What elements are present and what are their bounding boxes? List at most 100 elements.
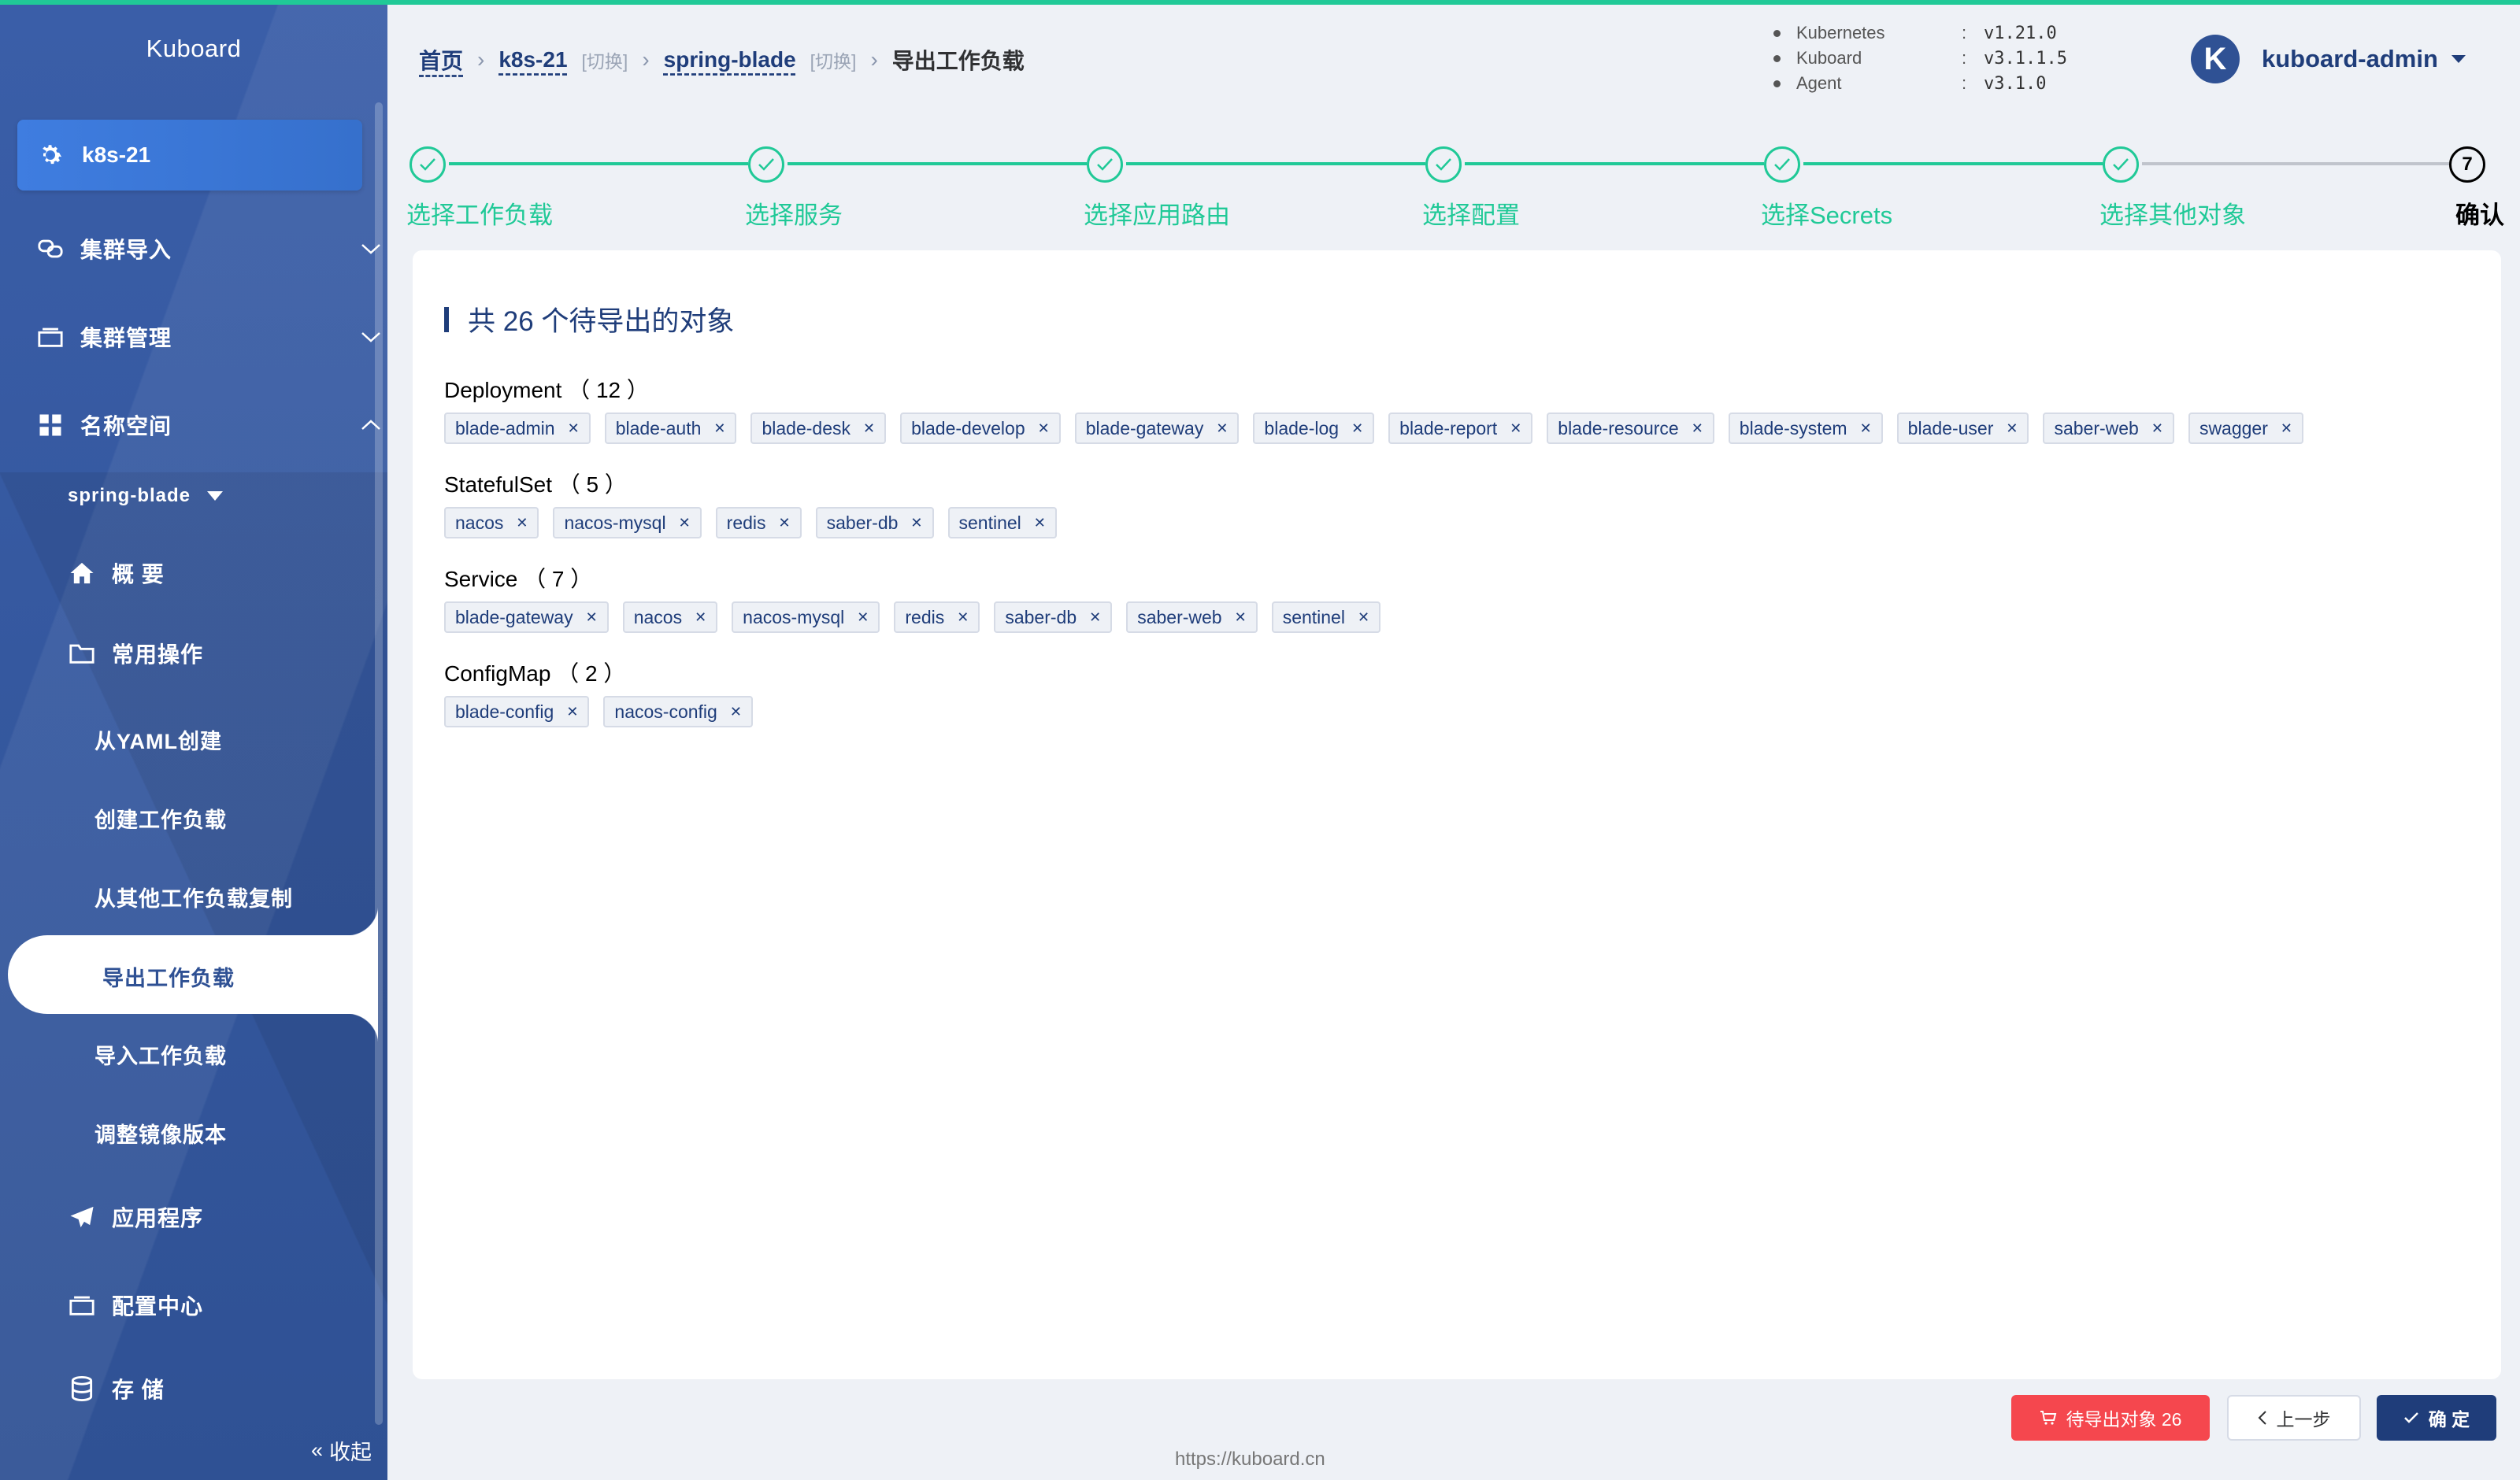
confirm-button[interactable]: 确 定: [2377, 1395, 2496, 1441]
remove-tag-icon[interactable]: ✕: [586, 609, 598, 626]
menu-config-center[interactable]: 配置中心: [66, 1289, 387, 1321]
gear-icon: [43, 145, 62, 165]
sidebar: Kuboard k8s-21 集群导入 集群管理 名称空间 spring-bla…: [0, 0, 387, 1480]
remove-tag-icon[interactable]: ✕: [679, 515, 691, 531]
chevron-right-icon: ›: [642, 47, 650, 72]
remove-tag-icon[interactable]: ✕: [1038, 420, 1050, 437]
object-tag: redis ✕: [715, 507, 802, 538]
menu-import-workload[interactable]: 导入工作负载: [94, 1039, 227, 1070]
step-connector: [1126, 162, 1425, 165]
switch-namespace-link[interactable]: [切换]: [810, 46, 857, 73]
remove-tag-icon[interactable]: ✕: [713, 420, 725, 437]
remove-tag-icon[interactable]: ✕: [857, 609, 869, 626]
step-7-indicator: 7: [2449, 146, 2485, 183]
object-tag: blade-config ✕: [444, 696, 590, 727]
remove-tag-icon[interactable]: ✕: [1860, 420, 1872, 437]
chevron-down-icon: [361, 244, 380, 254]
remove-tag-icon[interactable]: ✕: [1034, 515, 1046, 531]
version-row: Agent: v3.1.0: [1773, 71, 2067, 96]
collapse-sidebar-button[interactable]: « 收起: [311, 1435, 372, 1466]
remove-tag-icon[interactable]: ✕: [910, 515, 922, 531]
remove-tag-icon[interactable]: ✕: [566, 704, 578, 720]
object-tag: saber-web ✕: [2043, 413, 2174, 444]
check-icon: [1436, 158, 1451, 171]
menu-common-ops[interactable]: 常用操作: [66, 638, 387, 669]
step-6-indicator: [2103, 146, 2139, 183]
remove-tag-icon[interactable]: ✕: [516, 515, 528, 531]
remove-tag-icon[interactable]: ✕: [568, 420, 580, 437]
tag-label: blade-config: [455, 701, 554, 722]
cluster-selector[interactable]: k8s-21: [17, 120, 362, 191]
config-icon: [66, 1289, 98, 1321]
user-menu[interactable]: K kuboard-admin: [2191, 35, 2466, 83]
remove-tag-icon[interactable]: ✕: [1235, 609, 1247, 626]
title-bar: [444, 306, 449, 332]
breadcrumb-current: 导出工作负载: [891, 49, 1025, 73]
prev-step-button[interactable]: 上一步: [2227, 1395, 2361, 1441]
footer-url[interactable]: https://kuboard.cn: [1175, 1449, 1325, 1471]
chevron-up-icon: [361, 420, 380, 430]
bullet-icon: [1773, 80, 1781, 87]
remove-tag-icon[interactable]: ✕: [2151, 420, 2163, 437]
step-5-indicator: [1764, 146, 1800, 183]
tag-label: saber-web: [2054, 417, 2139, 438]
home-icon: [66, 557, 98, 589]
tag-label: blade-log: [1264, 417, 1340, 438]
chevron-right-icon: ›: [870, 47, 878, 72]
menu-apps[interactable]: 应用程序: [66, 1201, 387, 1233]
remove-tag-icon[interactable]: ✕: [1358, 609, 1369, 626]
remove-tag-icon[interactable]: ✕: [1692, 420, 1703, 437]
menu-cluster-manage[interactable]: 集群管理: [35, 321, 387, 353]
menu-adjust-image[interactable]: 调整镜像版本: [94, 1118, 227, 1149]
remove-tag-icon[interactable]: ✕: [1351, 420, 1363, 437]
remove-tag-icon[interactable]: ✕: [2006, 420, 2018, 437]
breadcrumb-cluster[interactable]: k8s-21: [498, 47, 567, 72]
tag-label: nacos-config: [614, 701, 717, 722]
menu-storage[interactable]: 存 储: [66, 1373, 387, 1404]
object-tag: nacos-config ✕: [603, 696, 753, 727]
object-tag: saber-web ✕: [1126, 601, 1258, 633]
pending-export-button[interactable]: 待导出对象 26: [2011, 1395, 2210, 1441]
username: kuboard-admin: [2262, 45, 2438, 72]
object-tag: swagger ✕: [2188, 413, 2303, 444]
remove-tag-icon[interactable]: ✕: [730, 704, 742, 720]
remove-tag-icon[interactable]: ✕: [1510, 420, 1521, 437]
step-4-indicator: [1425, 146, 1462, 183]
version-name: Kubernetes: [1796, 23, 1885, 43]
remove-tag-icon[interactable]: ✕: [957, 609, 969, 626]
grid-icon: [35, 409, 66, 441]
menu-create-workload[interactable]: 创建工作负载: [94, 803, 227, 834]
switch-cluster-link[interactable]: [切换]: [582, 46, 628, 73]
menu-export-workload[interactable]: 导出工作负载: [102, 961, 235, 992]
namespace-selector[interactable]: spring-blade: [68, 485, 387, 507]
menu-overview[interactable]: 概 要: [66, 557, 387, 589]
double-chevron-left-icon: «: [310, 1438, 323, 1462]
object-tag: sentinel ✕: [947, 507, 1057, 538]
menu-create-from-yaml[interactable]: 从YAML创建: [94, 724, 222, 755]
group-title: Deployment （ 12 ）: [444, 378, 649, 402]
remove-tag-icon[interactable]: ✕: [2281, 420, 2292, 437]
menu-namespace[interactable]: 名称空间: [35, 409, 387, 441]
tag-label: nacos: [633, 606, 683, 627]
object-tag: blade-gateway ✕: [444, 601, 609, 633]
menu-copy-workload[interactable]: 从其他工作负载复制: [94, 882, 293, 912]
remove-tag-icon[interactable]: ✕: [779, 515, 791, 531]
caret-down-icon: [207, 491, 224, 501]
menu-label: 应用程序: [112, 1206, 204, 1230]
step-4-label: 选择配置: [1422, 202, 1520, 229]
summary-title: 共 26 个待导出的对象: [444, 299, 734, 339]
remove-tag-icon[interactable]: ✕: [1216, 420, 1228, 437]
breadcrumb-home[interactable]: 首页: [419, 44, 463, 76]
remove-tag-icon[interactable]: ✕: [863, 420, 875, 437]
object-tag: blade-develop ✕: [900, 413, 1061, 444]
version-value: v3.1.1.5: [1984, 48, 2067, 68]
step-5-label: 选择Secrets: [1761, 202, 1893, 229]
brand-logo[interactable]: Kuboard: [0, 35, 387, 63]
object-tag: nacos-mysql ✕: [553, 507, 702, 538]
top-accent-line: [0, 0, 2520, 5]
remove-tag-icon[interactable]: ✕: [695, 609, 706, 626]
breadcrumb-namespace[interactable]: spring-blade: [664, 47, 796, 72]
remove-tag-icon[interactable]: ✕: [1089, 609, 1101, 626]
menu-cluster-import[interactable]: 集群导入: [35, 233, 387, 265]
prev-step-label: 上一步: [2276, 1409, 2331, 1430]
